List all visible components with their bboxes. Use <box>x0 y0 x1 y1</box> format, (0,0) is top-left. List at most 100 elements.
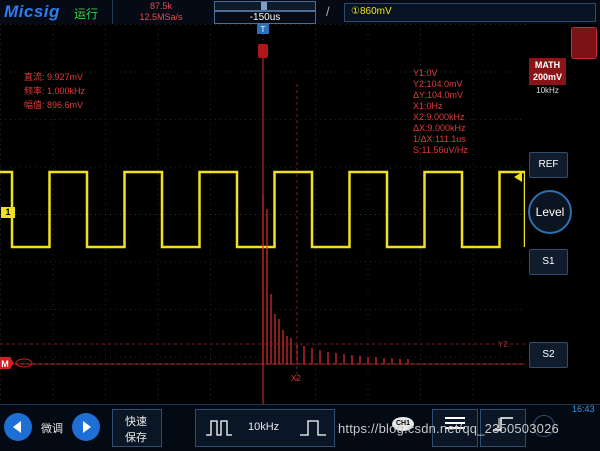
graticule-dot <box>285 261 286 263</box>
graticule-dot <box>455 356 456 358</box>
graticule-dot <box>455 24 456 25</box>
graticule-dot <box>0 399 1 400</box>
graticule-dot <box>420 159 421 160</box>
graticule-dot <box>157 379 159 380</box>
timebase-offset[interactable]: -150us <box>214 11 316 24</box>
graticule-dot <box>0 349 1 350</box>
graticule-dot <box>210 259 211 260</box>
graticule-dot <box>420 229 421 230</box>
pulse-wave-icon[interactable] <box>204 418 234 438</box>
graticule-dot <box>315 74 316 75</box>
graticule-dot <box>450 309 451 310</box>
graticule-dot <box>440 24 441 25</box>
s1-button[interactable]: S1 <box>529 249 568 275</box>
s2-button[interactable]: S2 <box>529 342 568 368</box>
graticule-dot <box>52 169 54 170</box>
graticule-dot <box>472 99 474 100</box>
graticule-dot <box>365 119 366 120</box>
chevron-left-icon[interactable] <box>4 413 32 441</box>
graticule-dot <box>0 354 1 355</box>
graticule-dot <box>225 356 226 358</box>
graticule-dot <box>510 261 511 263</box>
graticule-dot <box>157 294 159 295</box>
graticule-dot <box>367 319 369 320</box>
graticule-dot <box>110 119 111 120</box>
graticule-dot <box>230 261 231 263</box>
graticule-dot <box>30 119 31 120</box>
trigger-level-arrow[interactable] <box>514 172 522 182</box>
graticule-dot <box>315 24 316 25</box>
graticule-dot <box>0 289 1 290</box>
graticule-dot <box>170 214 171 215</box>
graticule-dot <box>472 169 474 170</box>
trigger-position-marker[interactable]: T <box>257 24 269 34</box>
graticule-dot <box>105 44 106 45</box>
graticule-dot <box>165 356 166 358</box>
graticule-dot <box>165 261 166 263</box>
graticule-dot <box>0 254 1 255</box>
math-level-marker[interactable]: M <box>0 357 34 369</box>
graticule-dot <box>157 99 159 100</box>
ref-button[interactable]: REF <box>529 152 568 178</box>
graticule-dot <box>315 304 316 305</box>
graticule-dot <box>210 94 211 95</box>
graticule-dot <box>105 349 106 350</box>
graticule-dot <box>157 204 159 205</box>
graticule-dot <box>210 349 211 350</box>
graticule-dot <box>472 64 474 65</box>
graticule-dot <box>157 69 159 70</box>
graticule-dot <box>472 139 474 140</box>
graticule-dot <box>0 64 1 65</box>
rising-edge-icon[interactable]: / <box>326 4 330 19</box>
graticule-dot <box>430 166 431 168</box>
graticule-dot <box>367 224 369 225</box>
graticule-dot <box>385 261 386 263</box>
horizontal-position-bar[interactable] <box>214 1 316 11</box>
graticule-dot <box>472 79 474 80</box>
graticule-dot <box>20 261 21 263</box>
graticule-dot <box>0 379 1 380</box>
run-state-indicator[interactable]: 运行 <box>74 5 98 22</box>
graticule-dot <box>100 214 101 215</box>
math-channel-button[interactable]: MATH 200mV <box>529 58 566 85</box>
ch1-level-marker[interactable]: 1 <box>1 207 15 218</box>
horizontal-position-thumb[interactable] <box>261 2 267 10</box>
graticule-dot <box>105 59 106 60</box>
graticule-dot <box>255 119 256 120</box>
channel-select-button[interactable] <box>571 27 597 59</box>
graticule-dot <box>367 169 369 170</box>
graticule-dot <box>210 159 211 160</box>
graticule-dot <box>0 179 1 180</box>
graticule-dot <box>315 104 316 105</box>
single-pulse-icon[interactable] <box>298 418 328 438</box>
graticule-dot <box>210 224 211 225</box>
graticule-dot <box>350 356 351 358</box>
graticule-dot <box>120 71 121 73</box>
graticule-dot <box>65 309 66 310</box>
generator-frequency[interactable]: 10kHz <box>248 421 279 433</box>
graticule-dot <box>157 279 159 280</box>
graticule-dot <box>52 349 54 350</box>
graticule-dot <box>420 304 421 305</box>
graticule-dot <box>175 356 176 358</box>
graticule-dot <box>210 184 211 185</box>
graticule-dot <box>395 119 396 120</box>
graticule-dot <box>220 261 221 263</box>
graticule-dot <box>52 189 54 190</box>
graticule-dot <box>367 109 369 110</box>
graticule-dot <box>315 399 316 400</box>
graticule-dot <box>0 159 1 160</box>
graticule-dot <box>250 214 251 215</box>
level-knob[interactable]: Level <box>528 190 572 234</box>
graticule-dot <box>110 261 111 263</box>
chevron-right-icon[interactable] <box>72 413 100 441</box>
graticule-dot <box>325 24 326 25</box>
graticule-dot <box>135 24 136 25</box>
graticule-dot <box>365 261 366 263</box>
trigger-level-box[interactable]: ①860mV <box>344 3 596 22</box>
graticule-dot <box>157 109 159 110</box>
graticule-dot <box>52 179 54 180</box>
graticule-dot <box>105 169 106 170</box>
fine-adjust-label[interactable]: 微调 <box>41 420 63 436</box>
quick-save-button[interactable]: 快速 保存 <box>112 409 162 447</box>
